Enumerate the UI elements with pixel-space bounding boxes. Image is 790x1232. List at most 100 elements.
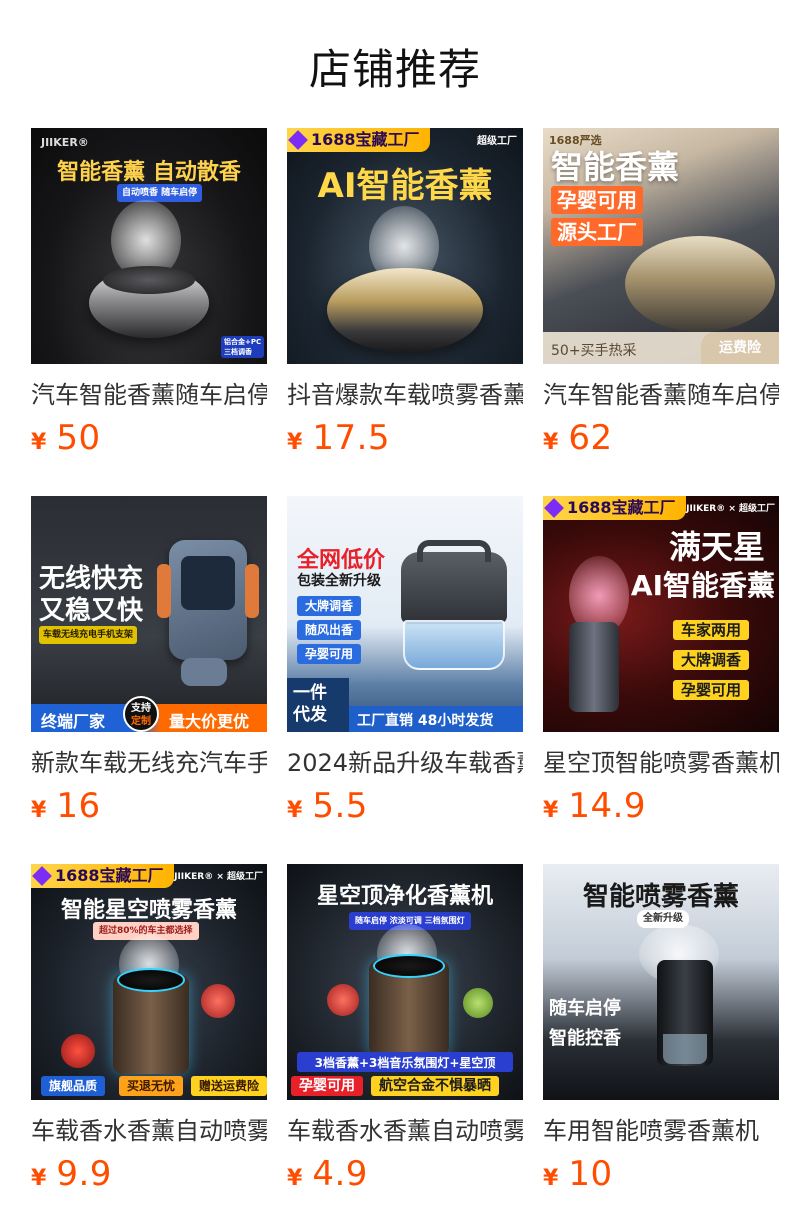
product-image[interactable]: 星空顶净化香薰机 随车启停 浓淡可调 三档氛围灯 3档香薰+3档音乐氛围灯+星空… — [287, 864, 523, 1100]
product-price: ¥ 17.5 — [287, 418, 523, 458]
price-value: 50 — [56, 418, 101, 458]
image-line1: 随车启停 — [549, 998, 621, 1019]
product-card[interactable]: 1688宝藏工厂 超级工厂 AI智能香薰 抖音爆款车载喷雾香薰 ¥ 17.5 — [287, 128, 523, 496]
currency-symbol: ¥ — [543, 1166, 559, 1191]
image-line2: 源头工厂 — [551, 218, 643, 246]
product-image[interactable]: 1688宝藏工厂 JIIKER® × 超级工厂 满天星 AI智能香薰 车家两用 … — [543, 496, 779, 732]
image-subtitle: 包装全新升级 — [297, 573, 381, 589]
currency-symbol: ¥ — [31, 798, 47, 823]
image-headline: 智能星空喷雾香薰 — [60, 898, 237, 923]
product-image[interactable]: 1688宝藏工厂 JIIKER® × 超级工厂 智能星空喷雾香薰 超过80%的车… — [31, 864, 267, 1100]
price-value: 4.9 — [312, 1154, 368, 1194]
shipping-label: 工厂直销 48小时发货 — [357, 713, 494, 729]
image-headline-2: AI智能香薰 — [630, 569, 775, 602]
image-headline: 智能香薰 — [551, 148, 680, 186]
product-price: ¥ 14.9 — [543, 786, 779, 826]
currency-symbol: ¥ — [31, 1166, 47, 1191]
image-tag: 孕婴可用 — [291, 1076, 363, 1096]
diffuser-device — [327, 268, 483, 352]
diffuser-device — [569, 622, 619, 712]
product-image[interactable]: 1688宝藏工厂 超级工厂 AI智能香薰 — [287, 128, 523, 364]
image-headline: AI智能香薰 — [317, 166, 493, 206]
product-image[interactable]: 1688严选 智能香薰 孕婴可用 源头工厂 50+买手热采 运费险 — [543, 128, 779, 364]
product-card[interactable]: 全网低价 包装全新升级 大牌调香 随风出香 孕婴可用 一件 代发 工厂直销 48… — [287, 496, 523, 864]
image-tag: 旗舰品质 — [41, 1076, 106, 1096]
partner-label: JIIKER® × 超级工厂 — [686, 504, 775, 514]
product-name[interactable]: 汽车智能香薰随车启停 — [543, 380, 779, 410]
product-image[interactable]: 智能喷雾香薰 全新升级 随车启停 智能控香 — [543, 864, 779, 1100]
currency-symbol: ¥ — [543, 430, 559, 455]
corner-tag: 铝合金+PC 三档调香 — [221, 336, 265, 358]
product-name[interactable]: 2024新品升级车载香薰 — [287, 748, 523, 778]
image-tag: 航空合金不惧暴晒 — [371, 1076, 499, 1096]
product-card[interactable]: JIIKER® 智能香薰 自动散香 自动喷香 随车启停 铝合金+PC 三档调香 … — [31, 128, 267, 496]
image-tag: 赠送运费险 — [191, 1076, 267, 1096]
product-name[interactable]: 抖音爆款车载喷雾香薰 — [287, 380, 523, 410]
product-card[interactable]: 无线快充 又稳又快 车载无线充电手机支架 终端厂家 支持 定制 量大价更优 新款… — [31, 496, 267, 864]
product-image[interactable]: 无线快充 又稳又快 车载无线充电手机支架 终端厂家 支持 定制 量大价更优 — [31, 496, 267, 732]
price-value: 14.9 — [568, 786, 647, 826]
brand-logo: JIIKER® — [41, 136, 89, 149]
currency-symbol: ¥ — [287, 798, 303, 823]
page-title: 店铺推荐 — [308, 45, 481, 94]
product-price: ¥ 5.5 — [287, 786, 523, 826]
image-headline: 智能香薰 自动散香 — [57, 160, 241, 185]
product-name[interactable]: 车载香水香薰自动喷雾 — [31, 1116, 267, 1146]
partner-label: 超级工厂 — [477, 136, 517, 147]
product-name[interactable]: 星空顶智能喷雾香薰机 — [543, 748, 779, 778]
factory-badge: 1688宝藏工厂 — [543, 496, 686, 520]
product-price: ¥ 10 — [543, 1154, 779, 1194]
product-price: ¥ 16 — [31, 786, 267, 826]
bulk-price-label: 量大价更优 — [169, 712, 250, 731]
product-card[interactable]: 智能喷雾香薰 全新升级 随车启停 智能控香 车用智能喷雾香薰机 ¥ 10 — [543, 864, 779, 1232]
price-value: 5.5 — [312, 786, 368, 826]
product-name[interactable]: 车用智能喷雾香薰机 — [543, 1116, 779, 1146]
image-tag: 买退无忧 — [119, 1076, 184, 1096]
product-name[interactable]: 汽车智能香薰随车启停 — [31, 380, 267, 410]
price-value: 17.5 — [312, 418, 391, 458]
currency-symbol: ¥ — [287, 1166, 303, 1191]
dropship-label: 一件 代发 — [293, 683, 327, 725]
price-value: 9.9 — [56, 1154, 112, 1194]
product-price: ¥ 9.9 — [31, 1154, 267, 1194]
buyers-label: 50+买手热采 — [551, 343, 637, 359]
perfume-bottle — [401, 552, 507, 624]
product-card[interactable]: 1688宝藏工厂 JIIKER® × 超级工厂 智能星空喷雾香薰 超过80%的车… — [31, 864, 267, 1232]
price-value: 10 — [568, 1154, 613, 1194]
product-name[interactable]: 车载香水香薰自动喷雾 — [287, 1116, 523, 1146]
factory-badge: 1688宝藏工厂 — [31, 864, 174, 888]
product-card[interactable]: 1688宝藏工厂 JIIKER® × 超级工厂 满天星 AI智能香薰 车家两用 … — [543, 496, 779, 864]
product-price: ¥ 62 — [543, 418, 779, 458]
image-tag: 孕婴可用 — [297, 644, 362, 664]
features-strip: 3档香薰+3档音乐氛围灯+星空顶 — [314, 1056, 496, 1070]
diffuser-device — [625, 236, 775, 332]
image-tag: 孕婴可用 — [673, 680, 750, 700]
image-tag: 随风出香 — [297, 620, 362, 640]
factory-label: 终端厂家 — [41, 712, 106, 731]
currency-symbol: ¥ — [287, 430, 303, 455]
customize-badge: 支持 定制 — [123, 696, 159, 732]
product-card[interactable]: 星空顶净化香薰机 随车启停 浓淡可调 三档氛围灯 3档香薰+3档音乐氛围灯+星空… — [287, 864, 523, 1232]
image-subtag: 自动喷香 随车启停 — [117, 184, 203, 202]
product-price: ¥ 50 — [31, 418, 267, 458]
image-headline: 星空顶净化香薰机 — [316, 884, 493, 909]
currency-symbol: ¥ — [543, 798, 559, 823]
product-grid: JIIKER® 智能香薰 自动散香 自动喷香 随车启停 铝合金+PC 三档调香 … — [31, 128, 779, 1232]
image-headline: 智能喷雾香薰 — [582, 882, 739, 912]
product-image[interactable]: 全网低价 包装全新升级 大牌调香 随风出香 孕婴可用 一件 代发 工厂直销 48… — [287, 496, 523, 732]
product-image[interactable]: JIIKER® 智能香薰 自动散香 自动喷香 随车启停 铝合金+PC 三档调香 — [31, 128, 267, 364]
image-line2: 又稳又快 — [39, 596, 144, 626]
product-price: ¥ 4.9 — [287, 1154, 523, 1194]
price-value: 16 — [56, 786, 101, 826]
product-name[interactable]: 新款车载无线充汽车手机支架 — [31, 748, 267, 778]
image-line2: 智能控香 — [549, 1028, 621, 1049]
image-tag: 大牌调香 — [673, 650, 750, 670]
partner-label: JIIKER® × 超级工厂 — [174, 872, 263, 882]
insurance-tag: 运费险 — [701, 332, 779, 364]
factory-badge: 1688宝藏工厂 — [287, 128, 430, 152]
product-card[interactable]: 1688严选 智能香薰 孕婴可用 源头工厂 50+买手热采 运费险 汽车智能香薰… — [543, 128, 779, 496]
image-line1: 孕婴可用 — [551, 186, 643, 214]
currency-symbol: ¥ — [31, 430, 47, 455]
image-tag: 大牌调香 — [297, 596, 362, 616]
price-value: 62 — [568, 418, 613, 458]
